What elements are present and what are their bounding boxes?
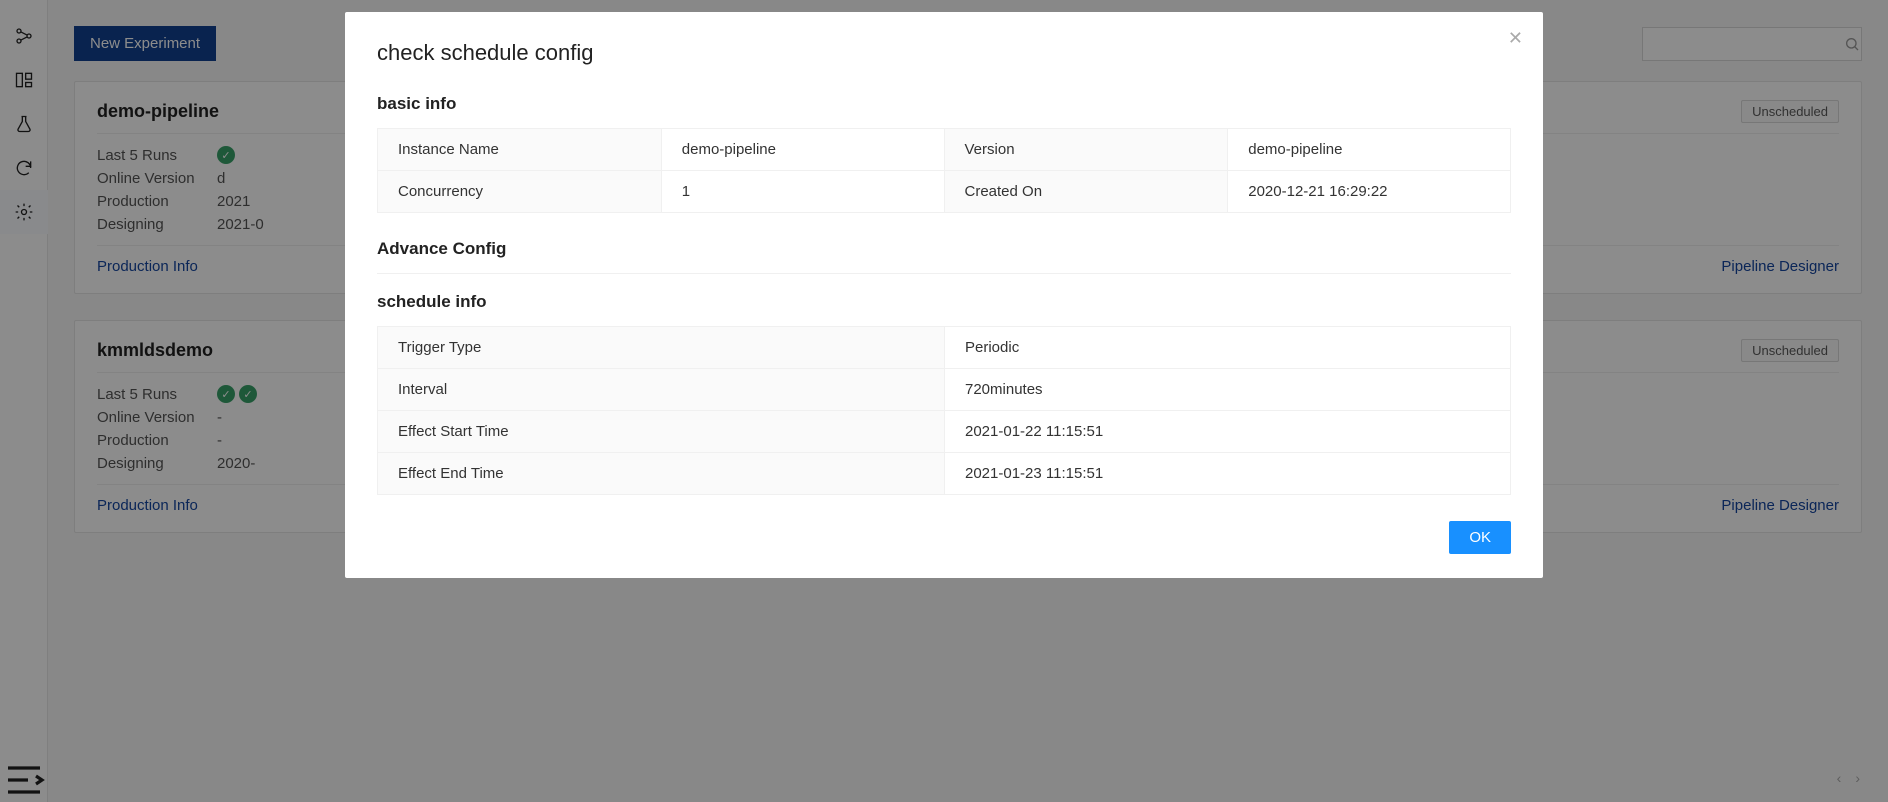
schedule-info-table: Trigger Type Periodic Interval 720minute… <box>377 326 1511 495</box>
table-row: Concurrency 1 Created On 2020-12-21 16:2… <box>378 171 1511 213</box>
close-icon[interactable]: ✕ <box>1508 28 1523 49</box>
section-schedule-title: schedule info <box>377 292 1511 312</box>
effect-start-label: Effect Start Time <box>378 411 945 453</box>
app-frame: New Experiment demo-pipeline Unscheduled… <box>0 0 1888 802</box>
schedule-config-modal: ✕ check schedule config basic info Insta… <box>345 12 1543 578</box>
version-label: Version <box>944 129 1228 171</box>
interval-label: Interval <box>378 369 945 411</box>
trigger-type-label: Trigger Type <box>378 327 945 369</box>
interval-value: 720minutes <box>945 369 1511 411</box>
concurrency-value: 1 <box>661 171 944 213</box>
instance-name-value: demo-pipeline <box>661 129 944 171</box>
table-row: Instance Name demo-pipeline Version demo… <box>378 129 1511 171</box>
effect-end-value: 2021-01-23 11:15:51 <box>945 453 1511 495</box>
created-on-label: Created On <box>944 171 1228 213</box>
trigger-type-value: Periodic <box>945 327 1511 369</box>
section-basic-title: basic info <box>377 94 1511 114</box>
table-row: Effect Start Time 2021-01-22 11:15:51 <box>378 411 1511 453</box>
modal-title: check schedule config <box>377 40 1511 66</box>
divider <box>377 273 1511 274</box>
ok-button[interactable]: OK <box>1449 521 1511 554</box>
table-row: Trigger Type Periodic <box>378 327 1511 369</box>
effect-start-value: 2021-01-22 11:15:51 <box>945 411 1511 453</box>
concurrency-label: Concurrency <box>378 171 662 213</box>
table-row: Interval 720minutes <box>378 369 1511 411</box>
table-row: Effect End Time 2021-01-23 11:15:51 <box>378 453 1511 495</box>
version-value: demo-pipeline <box>1228 129 1511 171</box>
effect-end-label: Effect End Time <box>378 453 945 495</box>
created-on-value: 2020-12-21 16:29:22 <box>1228 171 1511 213</box>
basic-info-table: Instance Name demo-pipeline Version demo… <box>377 128 1511 213</box>
section-advance-title: Advance Config <box>377 239 1511 259</box>
instance-name-label: Instance Name <box>378 129 662 171</box>
